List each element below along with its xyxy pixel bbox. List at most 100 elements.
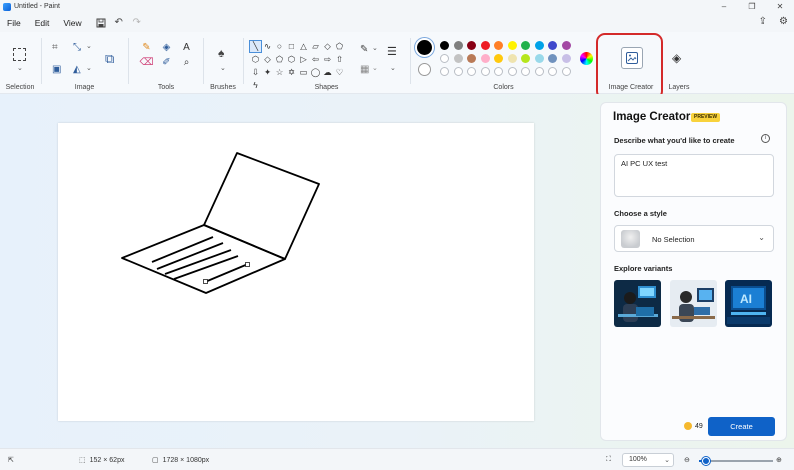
chevron-down-icon[interactable]: ⌄ <box>390 64 396 72</box>
create-button[interactable]: Create <box>708 417 775 436</box>
chevron-down-icon[interactable]: ⌄ <box>17 64 23 72</box>
color-swatch[interactable] <box>480 41 490 50</box>
chevron-down-icon[interactable]: ⌄ <box>372 64 378 72</box>
color-swatch[interactable] <box>548 41 557 50</box>
layers-icon[interactable]: ◈ <box>672 51 681 65</box>
color-swatch[interactable] <box>534 41 544 50</box>
hexagon-shape-icon[interactable]: ⬡ <box>250 54 261 65</box>
rounded-rectangle-callout-icon[interactable]: ▭ <box>298 67 309 78</box>
five-point-star-shape-icon[interactable]: ☆ <box>274 67 285 78</box>
left-arrow-shape-icon[interactable]: ⇦ <box>310 54 321 65</box>
fit-to-window-icon[interactable]: ⛶ <box>606 456 611 464</box>
pencil-icon[interactable]: ✎ <box>140 42 153 53</box>
magnifier-icon[interactable]: ⌕ <box>180 57 193 68</box>
fill-bucket-icon[interactable]: ◈ <box>160 42 173 53</box>
triangle-shape-icon[interactable]: △ <box>298 41 309 52</box>
color-swatch[interactable] <box>507 41 517 50</box>
close-button[interactable]: ✕ <box>766 0 794 13</box>
maximize-button[interactable]: ❐ <box>738 0 766 13</box>
variant-thumbnail-2[interactable] <box>670 280 717 327</box>
color-swatch[interactable] <box>467 54 476 63</box>
menu-view[interactable]: View <box>56 18 88 28</box>
pentagon-shape-icon[interactable]: ⬠ <box>334 41 345 52</box>
custom-color-slot[interactable] <box>453 67 463 76</box>
rectangle-shape-icon[interactable]: □ <box>286 41 297 52</box>
custom-color-slot[interactable] <box>561 67 571 76</box>
outline-icon[interactable]: ✎ <box>360 44 368 55</box>
chevron-down-icon[interactable]: ⌄ <box>86 42 92 50</box>
eraser-icon[interactable]: ⌫ <box>139 57 153 68</box>
color-swatch[interactable] <box>440 54 449 63</box>
color-picker-icon[interactable]: ✐ <box>160 57 173 68</box>
rotate-icon[interactable]: ◭ <box>73 64 81 75</box>
oval-shape-icon[interactable]: ○ <box>274 41 285 52</box>
menu-file[interactable]: File <box>0 18 28 28</box>
zoom-slider-thumb[interactable] <box>702 457 711 465</box>
parallelogram-shape-icon[interactable]: ▱ <box>310 41 321 52</box>
hexagon-shape-icon[interactable]: ⬡ <box>286 54 297 65</box>
four-point-star-shape-icon[interactable]: ✦ <box>262 67 273 78</box>
resize-icon[interactable]: ⤡ <box>73 42 81 53</box>
fill-icon[interactable]: ▦ <box>360 64 369 75</box>
color-swatch[interactable] <box>521 54 530 63</box>
oval-callout-icon[interactable]: ◯ <box>310 67 321 78</box>
color-swatch[interactable] <box>494 41 503 50</box>
color-swatch[interactable] <box>467 41 476 50</box>
settings-gear-icon[interactable]: ⚙ <box>779 16 788 27</box>
cloud-callout-icon[interactable]: ☁ <box>322 67 333 78</box>
color-swatch[interactable] <box>494 54 503 63</box>
color-swatch[interactable] <box>548 54 557 63</box>
text-icon[interactable]: A <box>180 42 193 53</box>
drawing-canvas[interactable] <box>58 123 534 421</box>
image-properties-icon[interactable]: ⧉ <box>105 51 114 67</box>
right-arrow-shape-icon[interactable]: ⇨ <box>322 54 333 65</box>
color-swatch[interactable] <box>521 41 530 50</box>
undo-icon[interactable]: ↶ <box>113 17 125 29</box>
color-swatch[interactable] <box>534 54 544 63</box>
custom-color-slot[interactable] <box>507 67 517 76</box>
minimize-button[interactable]: – <box>710 0 738 13</box>
line-shape-icon[interactable]: ╲ <box>249 40 262 53</box>
custom-color-slot[interactable] <box>440 67 449 76</box>
custom-color-slot[interactable] <box>534 67 544 76</box>
color-swatch[interactable] <box>440 41 449 50</box>
right-triangle-shape-icon[interactable]: ▷ <box>298 54 309 65</box>
zoom-out-icon[interactable]: ⊖ <box>684 456 690 464</box>
prompt-input[interactable]: AI PC UX test <box>614 154 774 197</box>
curve-shape-icon[interactable]: ∿ <box>262 41 273 52</box>
selection-button[interactable] <box>13 48 26 61</box>
zoom-slider[interactable] <box>699 457 773 465</box>
custom-color-slot[interactable] <box>494 67 503 76</box>
color-swatch[interactable] <box>480 54 490 63</box>
color-swatch[interactable] <box>453 54 463 63</box>
chevron-down-icon[interactable]: ⌄ <box>372 44 378 52</box>
size-icon[interactable]: ☰ <box>387 45 397 58</box>
edit-colors-icon[interactable] <box>580 52 593 65</box>
image-select-icon[interactable]: ▣ <box>52 64 61 75</box>
chevron-down-icon[interactable]: ⌄ <box>220 64 226 72</box>
custom-color-slot[interactable] <box>467 67 476 76</box>
pentagon-shape-icon[interactable]: ⬠ <box>274 54 285 65</box>
info-icon[interactable]: i <box>761 134 770 143</box>
heart-shape-icon[interactable]: ♡ <box>334 67 345 78</box>
up-arrow-shape-icon[interactable]: ⇧ <box>334 54 345 65</box>
color-swatch[interactable] <box>507 54 517 63</box>
style-dropdown[interactable]: No Selection ⌄ <box>614 225 774 252</box>
color-swatch[interactable] <box>561 54 571 63</box>
menu-edit[interactable]: Edit <box>28 18 57 28</box>
zoom-in-icon[interactable]: ⊕ <box>776 456 782 464</box>
redo-icon[interactable]: ↷ <box>131 17 143 29</box>
custom-color-slot[interactable] <box>480 67 490 76</box>
custom-color-slot[interactable] <box>521 67 530 76</box>
color-swatch[interactable] <box>561 41 571 50</box>
chevron-down-icon[interactable]: ⌄ <box>86 64 92 72</box>
six-point-star-shape-icon[interactable]: ✡ <box>286 67 297 78</box>
variant-thumbnail-1[interactable] <box>614 280 661 327</box>
diamond-shape-icon[interactable]: ◇ <box>322 41 333 52</box>
save-icon[interactable] <box>95 17 107 29</box>
custom-color-slot[interactable] <box>548 67 557 76</box>
color-swatch[interactable] <box>453 41 463 50</box>
diamond-shape-icon[interactable]: ◇ <box>262 54 273 65</box>
share-icon[interactable]: ⇪ <box>759 16 767 27</box>
brush-icon[interactable]: ♠ <box>218 46 224 60</box>
